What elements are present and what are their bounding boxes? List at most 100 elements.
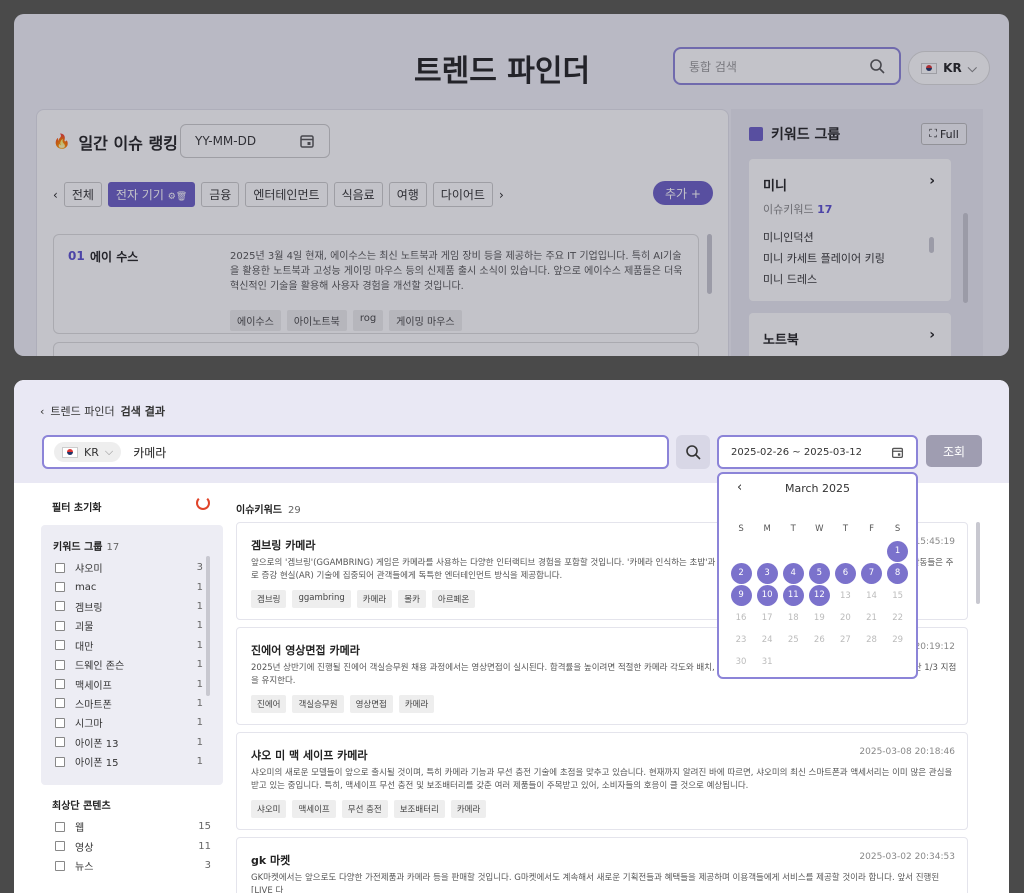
tag[interactable]: 몰카 (398, 590, 426, 608)
keyword-item[interactable]: 미니 드레스 (763, 269, 885, 290)
category-tab-electronics[interactable]: 전자 기기 ⚙🗑 (107, 182, 196, 207)
calendar-day[interactable]: 24 (754, 635, 780, 645)
search-input[interactable]: KR ⌵ 카메라 (42, 435, 669, 469)
calendar-day[interactable]: 29 (885, 635, 911, 645)
keyword-item[interactable]: 미니 카세트 플레이어 키링 (763, 248, 885, 269)
calendar-day[interactable]: 2 (728, 562, 754, 584)
tag[interactable]: 겜브링 (251, 590, 287, 608)
tag[interactable]: 카메라 (450, 800, 487, 818)
checkbox[interactable] (55, 698, 65, 709)
result-card[interactable]: 샤오 미 맥 세이프 카메라 2025-03-08 20:18:46 샤오미의 새로… (236, 732, 968, 830)
checkbox[interactable] (55, 756, 65, 767)
calendar-day[interactable]: 9 (728, 585, 754, 607)
global-search-input[interactable]: 통합 검색 (673, 47, 901, 85)
category-tab-finance[interactable]: 금융 (201, 182, 240, 207)
keyword-group-card[interactable]: 미니 › 이슈키워드 17 미니인덕션 미니 카세트 플레이어 키링 미니 드레… (749, 159, 951, 301)
calendar-day[interactable]: 3 (754, 562, 780, 584)
checkbox[interactable] (55, 821, 65, 832)
category-tab-travel[interactable]: 여행 (388, 182, 427, 207)
tag[interactable]: 카메라 (398, 695, 435, 713)
filter-row[interactable]: 뉴스 3 (55, 856, 211, 876)
category-tab-food[interactable]: 식음료 (333, 182, 383, 207)
tag[interactable]: 보조배터리 (393, 800, 445, 818)
full-view-button[interactable]: ⛶ Full (921, 123, 967, 145)
calendar-day[interactable]: 23 (728, 635, 754, 645)
date-picker-input[interactable]: YY-MM-DD (180, 124, 330, 158)
calendar-day[interactable]: 21 (858, 613, 884, 623)
scrollbar[interactable] (976, 522, 980, 604)
search-query[interactable]: 카메라 (133, 444, 166, 461)
filter-row[interactable]: 아이폰 13 1 (55, 733, 203, 752)
tag[interactable]: 맥세이프 (292, 800, 336, 818)
checkbox[interactable] (55, 620, 65, 631)
tag[interactable]: 아이노트북 (286, 310, 347, 331)
checkbox[interactable] (55, 640, 65, 651)
filter-row[interactable]: 겜브링 1 (55, 597, 203, 616)
calendar-day[interactable]: 19 (806, 613, 832, 623)
tag[interactable]: 영상면접 (349, 695, 393, 713)
tag[interactable]: 무선 충전 (341, 800, 388, 818)
chevron-right-icon[interactable]: › (929, 173, 935, 189)
calendar-day[interactable]: 25 (780, 635, 806, 645)
calendar-day[interactable]: 20 (832, 613, 858, 623)
tag[interactable]: 에이수스 (230, 310, 281, 331)
chevron-right-icon[interactable]: › (499, 188, 504, 202)
checkbox[interactable] (55, 562, 65, 573)
tag[interactable]: 게이밍 마우스 (389, 310, 462, 331)
filter-row[interactable]: 스마트폰 1 (55, 694, 203, 713)
chevron-right-icon[interactable]: › (929, 327, 935, 343)
calendar-day[interactable]: 7 (858, 562, 884, 584)
tag[interactable]: ggambring (292, 590, 351, 608)
scrollbar[interactable] (929, 237, 934, 253)
keyword-item[interactable]: 미니인덕션 (763, 227, 885, 248)
tag[interactable]: rog (352, 310, 384, 331)
add-category-button[interactable]: 추가 + (653, 181, 713, 205)
keyword-group-card[interactable]: 노트북 › (749, 313, 951, 356)
filter-row[interactable]: mac 1 (55, 577, 203, 596)
filter-row[interactable]: 시그마 1 (55, 713, 203, 732)
checkbox[interactable] (55, 659, 65, 670)
filter-row[interactable]: 아이폰 15 1 (55, 752, 203, 771)
filter-row[interactable]: 맥세이프 1 (55, 674, 203, 693)
breadcrumb-parent[interactable]: 트렌드 파인더 (50, 403, 114, 419)
category-tab-diet[interactable]: 다이어트 (432, 182, 493, 207)
calendar-day[interactable]: 13 (832, 591, 858, 601)
tag[interactable]: 진에어 (251, 695, 287, 713)
calendar-day[interactable]: 14 (858, 591, 884, 601)
chevron-left-icon[interactable]: ‹ (40, 405, 44, 418)
issue-card[interactable] (53, 342, 699, 356)
filter-row[interactable]: 대만 1 (55, 636, 203, 655)
settings-icon[interactable]: ⚙🗑 (168, 192, 188, 202)
result-card[interactable]: gk 마켓 2025-03-02 20:34:53 GK마켓에서는 앞으로도 다양한… (236, 837, 968, 893)
checkbox[interactable] (55, 737, 65, 748)
checkbox[interactable] (55, 679, 65, 690)
tag[interactable]: 아르페온 (431, 590, 476, 608)
checkbox[interactable] (55, 841, 65, 852)
checkbox[interactable] (55, 717, 65, 728)
date-range-input[interactable]: 2025-02-26 ~ 2025-03-12 (717, 435, 918, 469)
tag[interactable]: 샤오미 (251, 800, 287, 818)
filter-row[interactable]: 샤오미 3 (55, 558, 203, 577)
issue-card[interactable]: 01 에이 수스 2025년 3월 4일 현재, 에이수스는 최신 노트북과 게… (53, 234, 699, 334)
calendar-day[interactable]: 5 (806, 562, 832, 584)
calendar-day[interactable]: 31 (754, 657, 780, 667)
calendar-day[interactable]: 8 (885, 562, 911, 584)
checkbox[interactable] (55, 860, 65, 871)
calendar-day[interactable]: 4 (780, 562, 806, 584)
calendar-day[interactable]: 10 (754, 585, 780, 607)
scrollbar[interactable] (963, 213, 968, 303)
filter-row[interactable]: 드웨인 존슨 1 (55, 655, 203, 674)
submit-button[interactable]: 조회 (926, 435, 982, 467)
calendar-day[interactable]: 26 (806, 635, 832, 645)
calendar-day[interactable]: 12 (806, 585, 832, 607)
filter-row[interactable]: 영상 11 (55, 837, 211, 857)
calendar-day[interactable]: 1 (885, 540, 911, 562)
filter-row[interactable]: 괴물 1 (55, 616, 203, 635)
scrollbar[interactable] (206, 556, 210, 696)
calendar-day[interactable]: 28 (858, 635, 884, 645)
checkbox[interactable] (55, 582, 65, 593)
calendar-day[interactable]: 27 (832, 635, 858, 645)
calendar-day[interactable]: 6 (832, 562, 858, 584)
filter-row[interactable]: 웹 15 (55, 817, 211, 837)
calendar-day[interactable]: 17 (754, 613, 780, 623)
